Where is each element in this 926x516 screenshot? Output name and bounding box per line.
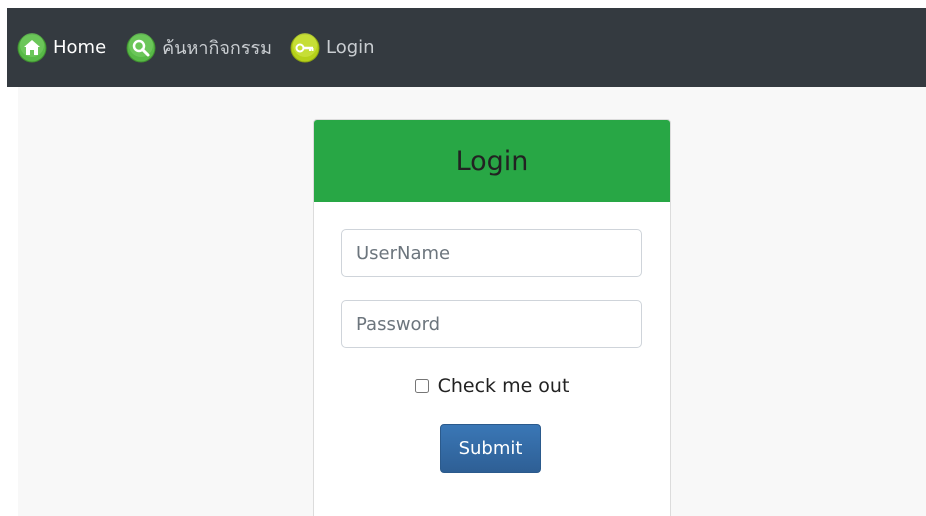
nav-home-label: Home [53, 37, 107, 58]
nav-login[interactable]: Login [290, 8, 375, 87]
search-icon [126, 32, 156, 63]
login-card-title: Login [455, 145, 529, 177]
page: Home ค้นหากิจกรรม Login Login UserName C… [0, 0, 926, 516]
key-icon [290, 32, 320, 63]
home-icon [17, 32, 47, 63]
check-me-out-checkbox[interactable] [414, 379, 429, 393]
username-input[interactable] [341, 229, 642, 277]
nav-login-label: Login [326, 37, 375, 58]
nav-search-activity[interactable]: ค้นหากิจกรรม [126, 8, 272, 87]
password-input[interactable] [341, 300, 642, 348]
nav-search-label: ค้นหากิจกรรม [162, 38, 273, 59]
login-card: Login Check me out Submit [313, 119, 671, 516]
submit-button[interactable]: Submit [440, 424, 541, 473]
navbar: Home ค้นหากิจกรรม Login [7, 8, 926, 87]
check-me-out-label[interactable]: Check me out [438, 375, 570, 397]
login-card-header: Login [314, 120, 670, 202]
remember-row: Check me out [314, 375, 670, 397]
nav-home[interactable]: Home [17, 8, 106, 87]
